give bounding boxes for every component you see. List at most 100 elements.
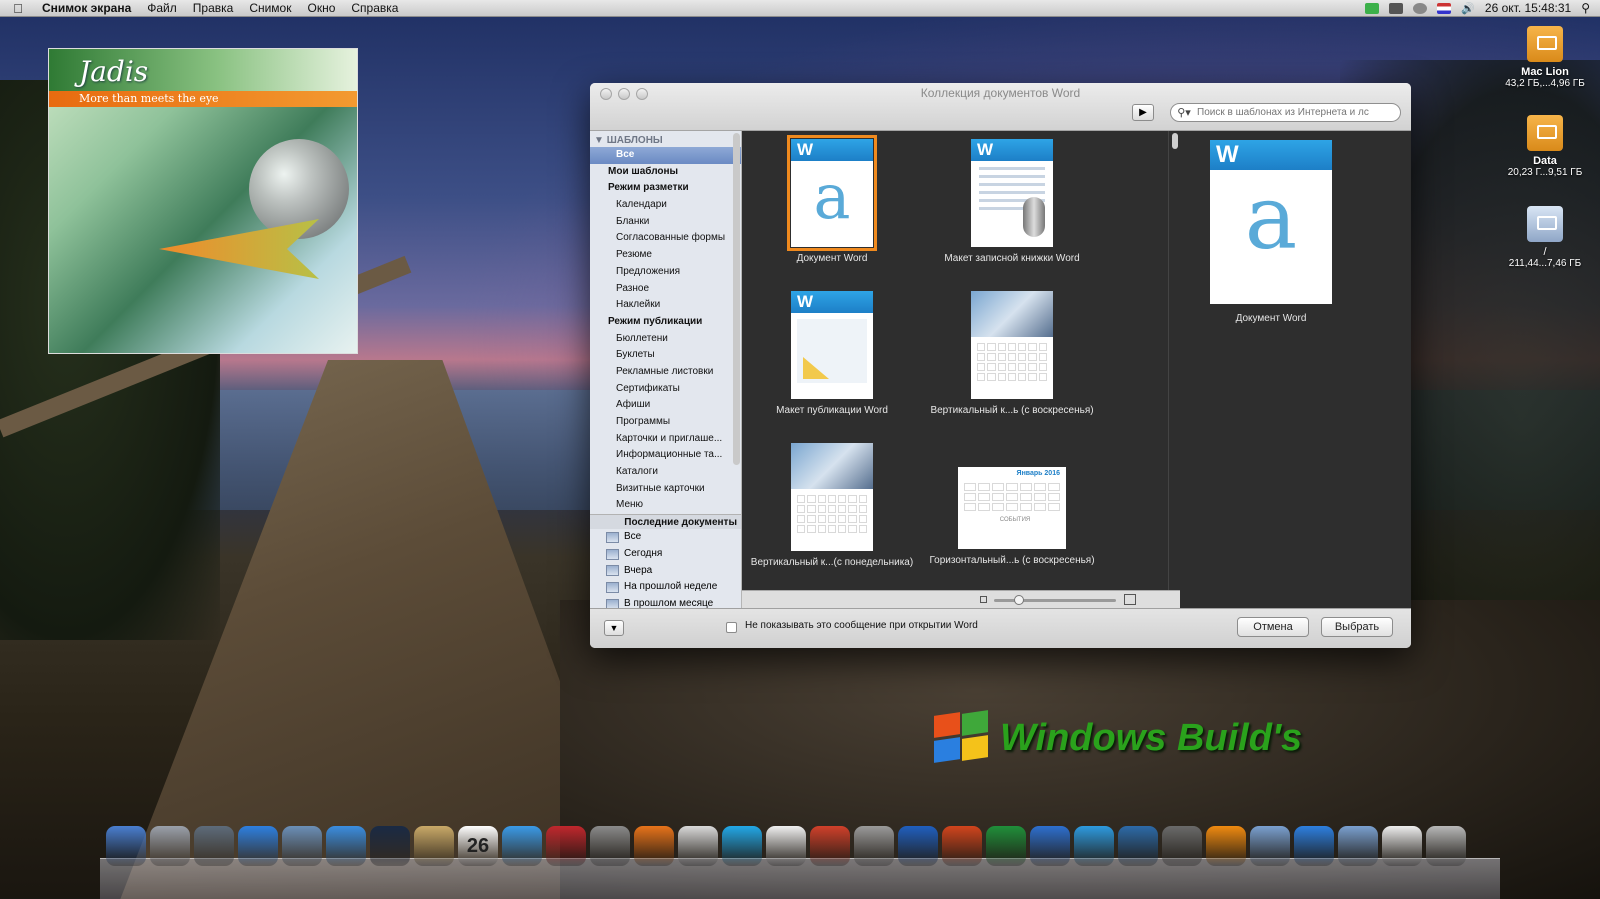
dont-show-checkbox[interactable] <box>726 622 737 633</box>
menu-window[interactable]: Окно <box>299 1 343 15</box>
disclosure-triangle-icon[interactable]: ▼ <box>594 135 604 146</box>
system-icon[interactable] <box>194 826 234 866</box>
word-icon[interactable] <box>898 826 938 866</box>
network-icon[interactable] <box>1118 826 1158 866</box>
preview-icon[interactable] <box>282 826 322 866</box>
apple-menu-icon[interactable]:  <box>0 1 36 16</box>
gallery-scrollbar-thumb[interactable] <box>1172 133 1178 149</box>
sidebar-item[interactable]: Разное <box>590 281 741 298</box>
input-source-icon[interactable] <box>1437 2 1452 14</box>
sidebar-item[interactable]: Меню <box>590 497 741 514</box>
safari-icon[interactable] <box>326 826 366 866</box>
spotlight-icon[interactable]: ⚲ <box>1581 1 1590 15</box>
menu-app-name[interactable]: Снимок экрана <box>36 1 139 15</box>
large-thumbnails-icon[interactable] <box>1124 594 1136 605</box>
sidebar-item[interactable]: Мои шаблоны <box>590 164 741 181</box>
template-vertical-calendar-sunday[interactable]: Вертикальный к...ь (с воскресенья) <box>922 291 1102 416</box>
sidebar-item[interactable]: Бланки <box>590 214 741 231</box>
template-document-word[interactable]: W a Документ Word <box>742 135 922 264</box>
recent-item[interactable]: На прошлой неделе <box>590 579 741 596</box>
sidebar-item[interactable]: Каталоги <box>590 464 741 481</box>
outlook-icon[interactable] <box>1030 826 1070 866</box>
display-icon[interactable] <box>1389 2 1404 14</box>
sidebar-item[interactable]: Программы <box>590 414 741 431</box>
system-preferences-icon[interactable] <box>590 826 630 866</box>
sidebar-item[interactable]: Буклеты <box>590 347 741 364</box>
desktop-drive-root[interactable]: / 211,44...7,46 ГБ <box>1500 206 1590 269</box>
skype-icon[interactable] <box>722 826 762 866</box>
vlc-icon[interactable] <box>1206 826 1246 866</box>
excel-icon[interactable] <box>986 826 1026 866</box>
scissors-icon[interactable] <box>678 826 718 866</box>
txt-icon[interactable] <box>1382 826 1422 866</box>
app-store-icon[interactable] <box>238 826 278 866</box>
menu-help[interactable]: Справка <box>343 1 406 15</box>
recent-item[interactable]: Сегодня <box>590 546 741 563</box>
menu-file[interactable]: Файл <box>139 1 185 15</box>
satellite-icon[interactable] <box>1162 826 1202 866</box>
ical-icon[interactable]: 26 <box>458 826 498 866</box>
template-vertical-calendar-monday[interactable]: Вертикальный к...(с понедельника) <box>742 443 922 568</box>
status-menu-icon[interactable] <box>1365 2 1380 14</box>
template-search-field[interactable]: ⚲▾ <box>1170 103 1401 122</box>
sidebar-item[interactable]: Согласованные формы <box>590 230 741 247</box>
sidebar-item[interactable]: Карточки и приглаше... <box>590 431 741 448</box>
powerpoint-icon[interactable] <box>942 826 982 866</box>
recent-item[interactable]: В прошлом месяце <box>590 596 741 608</box>
search-icon[interactable]: ⚲▾ <box>1171 106 1197 119</box>
choose-button[interactable]: Выбрать <box>1321 617 1393 637</box>
volume-icon[interactable]: 🔊 <box>1461 2 1475 15</box>
recent-documents-header[interactable]: Последние документы <box>590 514 741 530</box>
sidebar-scrollbar[interactable] <box>733 133 740 465</box>
template-horizontal-calendar-sunday[interactable]: Январь 2016 СОБЫТИЯ Горизонтальный...ь (… <box>922 467 1102 566</box>
sidebar-item[interactable]: Визитные карточки <box>590 481 741 498</box>
menu-clock[interactable]: 26 окт. 15:48:31 <box>1485 1 1571 15</box>
template-search-input[interactable] <box>1197 107 1400 118</box>
small-thumbnails-icon[interactable] <box>980 596 987 603</box>
textedit-icon[interactable] <box>766 826 806 866</box>
finder-icon[interactable] <box>106 826 146 866</box>
downloads-icon[interactable] <box>854 826 894 866</box>
desktop-drive-data[interactable]: Data 20,23 Г...9,51 ГБ <box>1500 115 1590 178</box>
messenger-icon[interactable] <box>1074 826 1114 866</box>
photo-booth-icon[interactable] <box>370 826 410 866</box>
sidebar-toggle-button[interactable]: ▼ <box>604 620 624 636</box>
folder-icon[interactable] <box>1250 826 1290 866</box>
sidebar-item[interactable]: Афиши <box>590 397 741 414</box>
album-art[interactable]: Jadis More than meets the eye <box>48 48 358 354</box>
templates-section-header[interactable]: ▼ ШАБЛОНЫ <box>590 131 741 147</box>
thumbnail-size-slider[interactable] <box>994 599 1116 602</box>
address-book-icon[interactable] <box>414 826 454 866</box>
sidebar-item[interactable]: Режим публикации <box>590 314 741 331</box>
sidebar-item[interactable]: Рекламные листовки <box>590 364 741 381</box>
recent-item[interactable]: Все <box>590 529 741 546</box>
sidebar-item[interactable]: Все <box>590 147 741 164</box>
recent-item[interactable]: Вчера <box>590 563 741 580</box>
burn-icon[interactable] <box>810 826 850 866</box>
trash-icon[interactable] <box>1426 826 1466 866</box>
documents-icon[interactable] <box>1338 826 1378 866</box>
sidebar-item[interactable]: Режим разметки <box>590 180 741 197</box>
launchpad-icon[interactable] <box>150 826 190 866</box>
template-publication[interactable]: W Макет публикации Word <box>742 291 922 416</box>
preview-toggle-button[interactable]: ▶ <box>1132 104 1154 121</box>
sidebar-item[interactable]: Информационные та... <box>590 447 741 464</box>
sidebar-item[interactable]: Бюллетени <box>590 331 741 348</box>
itunes-icon[interactable] <box>502 826 542 866</box>
thumbnail-size-slider-knob[interactable] <box>1014 595 1024 605</box>
dont-show-label[interactable]: Не показывать это сообщение при открытии… <box>745 620 978 631</box>
books-icon[interactable] <box>546 826 586 866</box>
window-titlebar[interactable]: Коллекция документов Word ▶ ⚲▾ <box>590 83 1411 131</box>
desktop-drive-mac-lion[interactable]: Mac Lion 43,2 ГБ,...4,96 ГБ <box>1500 26 1590 89</box>
app-store-folder-icon[interactable] <box>1294 826 1334 866</box>
firefox-icon[interactable] <box>634 826 674 866</box>
sidebar-item[interactable]: Предложения <box>590 264 741 281</box>
sidebar-item[interactable]: Сертификаты <box>590 381 741 398</box>
time-machine-icon[interactable] <box>1413 2 1428 14</box>
gallery-scrollbar[interactable] <box>1168 131 1180 590</box>
template-notebook[interactable]: W Макет записной книжки Word <box>922 139 1102 264</box>
menu-capture[interactable]: Снимок <box>241 1 299 15</box>
sidebar-item[interactable]: Наклейки <box>590 297 741 314</box>
cancel-button[interactable]: Отмена <box>1237 617 1309 637</box>
sidebar-item[interactable]: Резюме <box>590 247 741 264</box>
